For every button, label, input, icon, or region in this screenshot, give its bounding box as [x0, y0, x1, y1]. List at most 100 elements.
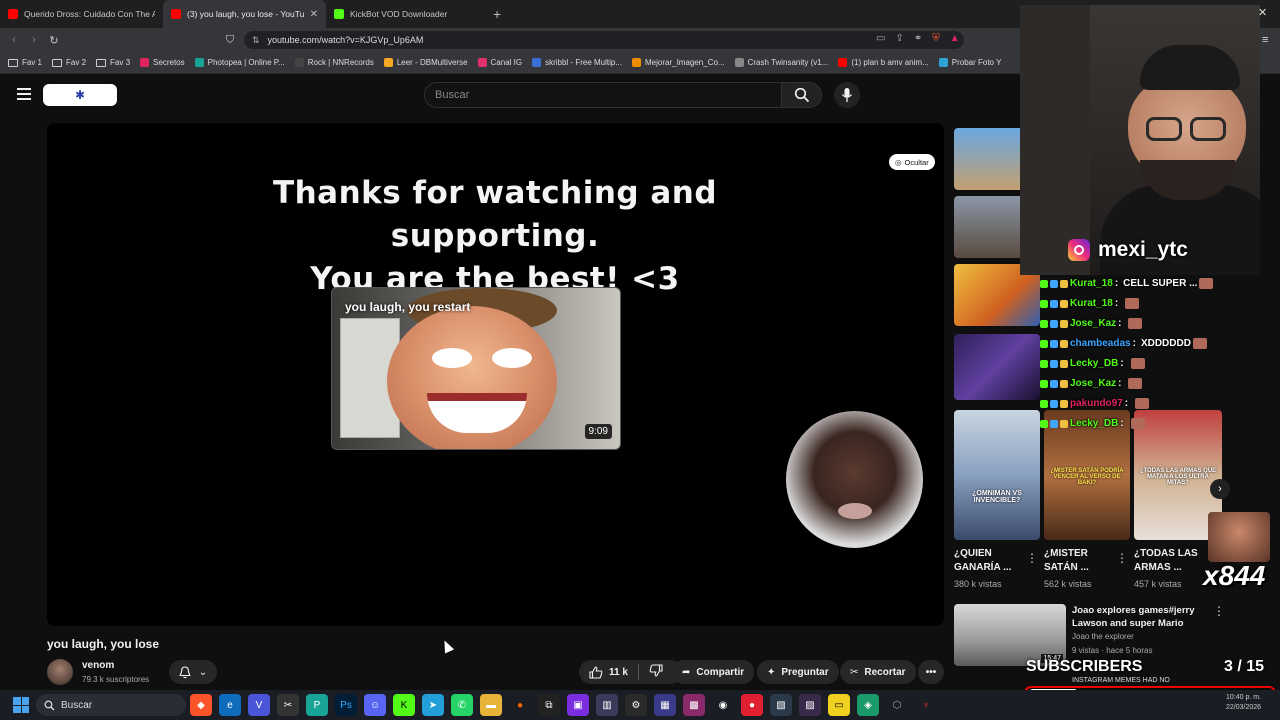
- search-input[interactable]: Buscar: [424, 82, 782, 108]
- chat-username[interactable]: pakundo97: [1070, 398, 1123, 409]
- url-bar[interactable]: ⇅ youtube.com/watch?v=KJGVp_Up6AM: [244, 31, 964, 49]
- share-icon[interactable]: ⇪: [895, 33, 903, 44]
- voice-search-button[interactable]: [834, 82, 860, 108]
- vivaldi-icon[interactable]: V: [248, 694, 270, 716]
- more-actions-button[interactable]: •••: [918, 660, 944, 684]
- recommended-video-channel[interactable]: Joao the explorer: [1072, 632, 1134, 641]
- bookmark-item[interactable]: skribbl - Free Multip...: [532, 58, 622, 67]
- bookmark-item[interactable]: Photopea | Online P...: [194, 58, 285, 67]
- brave-shield-icon[interactable]: ⛨: [932, 33, 940, 44]
- short-thumbnail-2[interactable]: ¿MISTER SATÁN PODRÍA VENCER AL VERSO DE …: [1044, 410, 1130, 540]
- capcut-icon[interactable]: ✂: [277, 694, 299, 716]
- bookmark-item[interactable]: Fav 2: [52, 58, 86, 67]
- new-tab-button[interactable]: +: [493, 6, 501, 22]
- bookmark-item[interactable]: Probar Foto Y: [938, 58, 1001, 67]
- telegram-icon[interactable]: ➤: [422, 694, 444, 716]
- photoshop-icon[interactable]: Ps: [335, 694, 357, 716]
- bookmark-item[interactable]: (1) plan b amv anim...: [838, 58, 929, 67]
- chat-username[interactable]: chambeadas: [1070, 338, 1131, 349]
- close-overlay-icon[interactable]: ✕: [1258, 6, 1267, 19]
- brave-icon[interactable]: ◆: [190, 694, 212, 716]
- short-menu-icon[interactable]: ⋮: [1026, 551, 1038, 565]
- chat-username[interactable]: Jose_Kaz: [1070, 318, 1116, 329]
- site-info-icon[interactable]: ⇅: [252, 35, 260, 46]
- edge-icon[interactable]: e: [219, 694, 241, 716]
- app-icon[interactable]: ▦: [654, 694, 676, 716]
- forward-arrow-icon[interactable]: ›: [24, 34, 44, 46]
- chat-username[interactable]: Kurat_18: [1070, 298, 1113, 309]
- discord-icon[interactable]: ☺: [364, 694, 386, 716]
- ask-button[interactable]: ✦ Preguntar: [757, 660, 839, 684]
- like-button[interactable]: 11 k: [589, 665, 628, 679]
- video-menu-icon[interactable]: ⋮: [1213, 604, 1225, 618]
- endscreen-video-card[interactable]: you laugh, you restart 9:09: [331, 287, 621, 450]
- bookmark-item[interactable]: Fav 3: [96, 58, 130, 67]
- hide-endscreen-button[interactable]: ◎ Ocultar: [889, 154, 935, 170]
- chat-username[interactable]: Lecky_DB: [1070, 418, 1118, 429]
- app-icon[interactable]: ▣: [567, 694, 589, 716]
- chat-username[interactable]: Kurat_18: [1070, 278, 1113, 289]
- app-icon[interactable]: ▧: [770, 694, 792, 716]
- subscribed-button[interactable]: ⌄: [169, 660, 217, 684]
- bookmark-icon[interactable]: ⛉: [220, 34, 240, 47]
- bookmark-item[interactable]: Mejorar_Imagen_Co...: [632, 58, 725, 67]
- back-arrow-icon[interactable]: ‹: [4, 34, 24, 46]
- browser-tab-3[interactable]: KickBot VOD Downloader: [326, 0, 489, 28]
- short-thumbnail-1[interactable]: ¿OMNIMAN VS INVENCIBLE?: [954, 410, 1040, 540]
- windows-start-icon[interactable]: [13, 697, 29, 713]
- app-icon[interactable]: ⬡: [886, 694, 908, 716]
- record-icon[interactable]: ●: [741, 694, 763, 716]
- chat-username[interactable]: Jose_Kaz: [1070, 378, 1116, 389]
- app-icon[interactable]: ▥: [596, 694, 618, 716]
- recommended-thumbnail[interactable]: [954, 196, 1024, 258]
- sticky-notes-icon[interactable]: ▭: [828, 694, 850, 716]
- file-explorer-icon[interactable]: ▬: [480, 694, 502, 716]
- endscreen-channel-avatar[interactable]: [786, 411, 923, 548]
- kick-icon[interactable]: K: [393, 694, 415, 716]
- short-title[interactable]: ¿QUIEN GANARÍA ...: [954, 547, 1024, 575]
- photopea-icon[interactable]: P: [306, 694, 328, 716]
- app-icon[interactable]: ♆: [915, 694, 937, 716]
- chat-username[interactable]: Lecky_DB: [1070, 358, 1118, 369]
- bookmark-item[interactable]: Canal IG: [477, 58, 522, 67]
- firefox-icon[interactable]: ●: [509, 694, 531, 716]
- bookmark-item[interactable]: Secretos: [140, 58, 185, 67]
- app-icon[interactable]: ◈: [857, 694, 879, 716]
- cast-icon[interactable]: ▭: [876, 33, 885, 44]
- recommended-thumbnail[interactable]: [954, 128, 1024, 190]
- browser-tab-1[interactable]: Querido Dross: Cuidado Con The An: [0, 0, 163, 28]
- close-tab-icon[interactable]: ✕: [310, 9, 318, 20]
- app-icon[interactable]: ▩: [683, 694, 705, 716]
- recommended-thumbnail[interactable]: [954, 334, 1040, 400]
- whatsapp-icon[interactable]: ✆: [451, 694, 473, 716]
- shorts-next-button[interactable]: ›: [1210, 479, 1230, 499]
- youtube-logo[interactable]: ✱: [43, 84, 117, 106]
- capcut-icon[interactable]: ⧉: [538, 694, 560, 716]
- share-button[interactable]: ➦ Compartir: [672, 660, 755, 684]
- app-icon[interactable]: ▨: [799, 694, 821, 716]
- bookmark-item[interactable]: Leer - DBMultiverse: [383, 58, 468, 67]
- bookmark-item[interactable]: Fav 1: [8, 58, 42, 67]
- browser-tab-2[interactable]: (3) you laugh, you lose - YouTub ✕: [163, 0, 326, 28]
- short-title[interactable]: ¿MISTER SATÁN ...: [1044, 547, 1114, 575]
- taskbar-clock[interactable]: 10:40 p. m. 22/03/2026: [1226, 693, 1261, 713]
- recommended-video-thumbnail[interactable]: 15:47: [954, 604, 1066, 666]
- brave-rewards-icon[interactable]: ▲: [950, 33, 960, 44]
- bookmark-item[interactable]: Crash Twinsanity (v1...: [734, 58, 828, 67]
- obs-icon[interactable]: ◉: [712, 694, 734, 716]
- link-icon[interactable]: ⚭: [914, 33, 922, 44]
- taskbar-search[interactable]: Buscar: [36, 694, 186, 716]
- short-menu-icon[interactable]: ⋮: [1116, 551, 1128, 565]
- reload-icon[interactable]: ↻: [44, 34, 64, 47]
- search-button[interactable]: [782, 82, 822, 108]
- recommended-video-title[interactable]: Joao explores games#jerry Lawson and sup…: [1072, 604, 1222, 630]
- clip-button[interactable]: ✂ Recortar: [840, 660, 916, 684]
- browser-menu-icon[interactable]: ≡: [1262, 34, 1268, 46]
- short-title[interactable]: ¿TODAS LAS ARMAS ...: [1134, 547, 1204, 575]
- steam-icon[interactable]: ⚙: [625, 694, 647, 716]
- menu-icon[interactable]: [17, 88, 31, 100]
- channel-name[interactable]: venom: [82, 660, 114, 671]
- dislike-button[interactable]: [649, 664, 663, 680]
- bookmark-item[interactable]: Rock | NNRecords: [294, 58, 374, 67]
- channel-avatar[interactable]: [47, 659, 73, 685]
